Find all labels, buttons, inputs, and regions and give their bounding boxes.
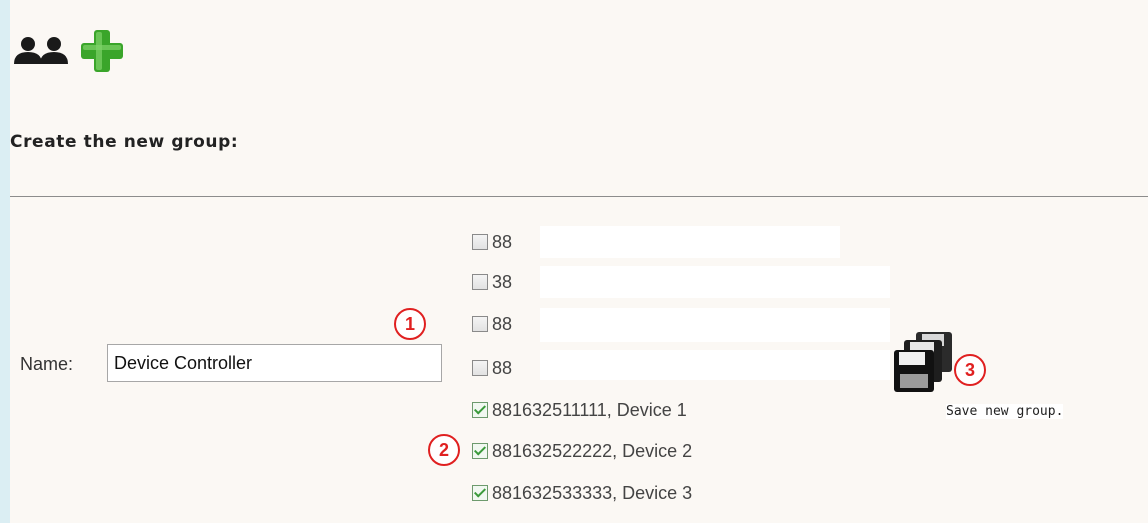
divider	[10, 196, 1148, 197]
callout-2: 2	[428, 434, 460, 466]
device-label: 881632533333, Device 3	[492, 482, 693, 503]
name-label: Name:	[20, 354, 74, 374]
device-item-3[interactable]: 88	[472, 310, 512, 338]
device-item-1[interactable]: 88	[472, 228, 512, 256]
device-label: 88	[492, 313, 513, 334]
device-checkbox[interactable]	[472, 234, 488, 250]
callout-3: 3	[954, 354, 986, 386]
redacted-area	[540, 266, 890, 298]
device-label: 88	[492, 357, 513, 378]
device-checkbox-checked[interactable]	[472, 402, 488, 418]
device-label: 881632511111, Device 1	[492, 399, 687, 420]
device-label: 38	[492, 271, 513, 292]
device-label: 88	[492, 231, 513, 252]
device-checkbox[interactable]	[472, 360, 488, 376]
floppy-disks-icon[interactable]	[888, 330, 958, 392]
callout-1: 1	[394, 308, 426, 340]
redacted-area	[540, 308, 890, 342]
device-item-6[interactable]: 881632522222, Device 2	[472, 437, 692, 465]
group-name-input[interactable]	[107, 344, 442, 382]
device-checkbox-checked[interactable]	[472, 485, 488, 501]
device-checkbox[interactable]	[472, 274, 488, 290]
device-item-2[interactable]: 38	[472, 268, 512, 296]
device-label: 881632522222, Device 2	[492, 440, 693, 461]
device-item-4[interactable]: 88	[472, 354, 512, 382]
device-item-5[interactable]: 881632511111, Device 1	[472, 396, 687, 424]
device-item-7[interactable]: 881632533333, Device 3	[472, 479, 692, 507]
redacted-area	[540, 350, 890, 380]
page-title: Create the new group:	[10, 132, 239, 152]
device-checkbox-checked[interactable]	[472, 443, 488, 459]
device-checkbox[interactable]	[472, 316, 488, 332]
redacted-area	[540, 226, 840, 258]
save-group-link[interactable]: Save new group.	[946, 404, 1064, 419]
create-group-panel: Create the new group: Name: 88 38 88 88 …	[10, 0, 1148, 523]
add-group-icon	[10, 26, 160, 76]
